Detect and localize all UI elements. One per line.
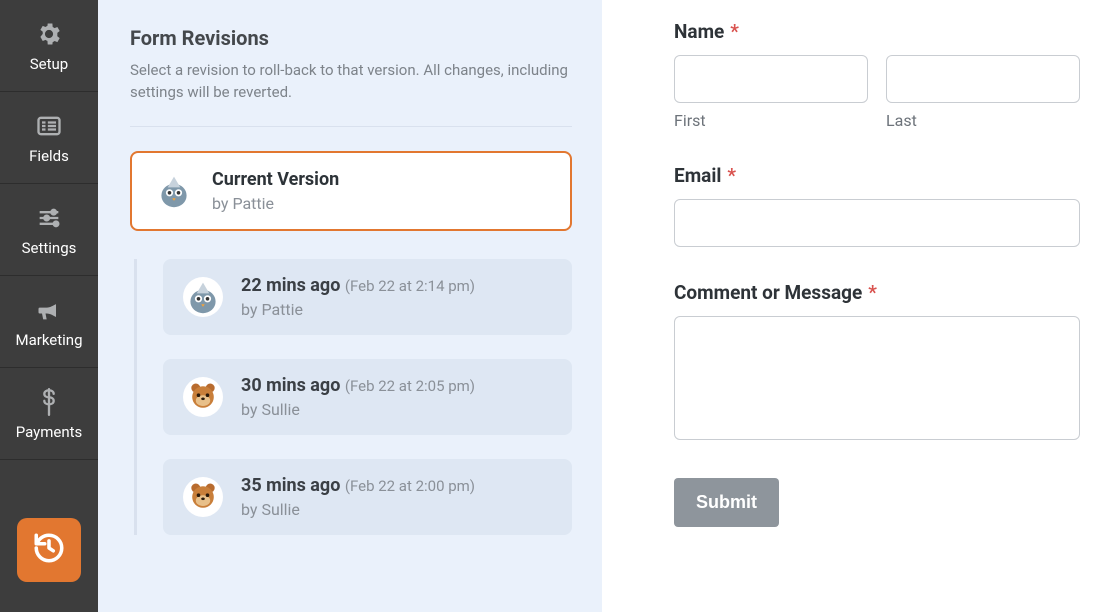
- sliders-icon: [34, 203, 64, 233]
- sidebar-label: Marketing: [15, 331, 82, 349]
- dollar-icon: [34, 387, 64, 417]
- avatar-pigeon: [183, 277, 223, 317]
- divider: [130, 126, 572, 127]
- revision-item[interactable]: 35 mins ago (Feb 22 at 2:00 pm) by Sulli…: [163, 459, 572, 535]
- revision-time-ago: 22 mins ago: [241, 275, 340, 296]
- builder-sidebar: Setup Fields Settings Marketing Payments: [0, 0, 98, 612]
- revisions-panel: Form Revisions Select a revision to roll…: [98, 0, 602, 612]
- revision-timestamp: (Feb 22 at 2:05 pm): [345, 377, 475, 395]
- required-mark: *: [868, 281, 877, 304]
- name-label: Name*: [674, 20, 1080, 43]
- required-mark: *: [730, 20, 739, 43]
- comment-label: Comment or Message*: [674, 281, 1080, 304]
- sidebar-label: Settings: [22, 239, 77, 257]
- revision-time-ago: 35 mins ago: [241, 475, 340, 496]
- email-input[interactable]: [674, 199, 1080, 247]
- revision-current-by: by Pattie: [212, 194, 339, 213]
- revision-by: by Sullie: [241, 400, 475, 419]
- revisions-title: Form Revisions: [130, 26, 572, 50]
- sidebar-label: Fields: [29, 147, 69, 165]
- last-name-sublabel: Last: [886, 111, 1080, 130]
- revision-timestamp: (Feb 22 at 2:00 pm): [345, 477, 475, 495]
- avatar-bear: [183, 377, 223, 417]
- sidebar-item-fields[interactable]: Fields: [0, 92, 98, 184]
- form-preview: Name* First Last Email* Comment or Messa…: [602, 0, 1116, 612]
- revision-current-title: Current Version: [212, 169, 339, 190]
- revision-time-ago: 30 mins ago: [241, 375, 340, 396]
- revision-by: by Pattie: [241, 300, 475, 319]
- first-name-input[interactable]: [674, 55, 868, 103]
- history-icon: [32, 531, 66, 569]
- avatar-bear: [183, 477, 223, 517]
- sidebar-item-payments[interactable]: Payments: [0, 368, 98, 460]
- sidebar-item-marketing[interactable]: Marketing: [0, 276, 98, 368]
- revision-item[interactable]: 22 mins ago (Feb 22 at 2:14 pm) by Patti…: [163, 259, 572, 335]
- gear-icon: [34, 19, 64, 49]
- revisions-history-button[interactable]: [17, 518, 81, 582]
- sidebar-item-settings[interactable]: Settings: [0, 184, 98, 276]
- required-mark: *: [727, 164, 736, 187]
- revision-timestamp: (Feb 22 at 2:14 pm): [345, 277, 475, 295]
- revision-by: by Sullie: [241, 500, 475, 519]
- email-label: Email*: [674, 164, 1080, 187]
- sidebar-label: Payments: [16, 423, 83, 441]
- revision-item[interactable]: 30 mins ago (Feb 22 at 2:05 pm) by Sulli…: [163, 359, 572, 435]
- revision-current[interactable]: Current Version by Pattie: [130, 151, 572, 231]
- sidebar-label: Setup: [30, 55, 68, 73]
- revisions-subtitle: Select a revision to roll-back to that v…: [130, 60, 572, 104]
- submit-button[interactable]: Submit: [674, 478, 779, 527]
- sidebar-item-setup[interactable]: Setup: [0, 0, 98, 92]
- revision-list: 22 mins ago (Feb 22 at 2:14 pm) by Patti…: [134, 259, 572, 535]
- list-icon: [34, 111, 64, 141]
- first-name-sublabel: First: [674, 111, 868, 130]
- comment-textarea[interactable]: [674, 316, 1080, 440]
- last-name-input[interactable]: [886, 55, 1080, 103]
- bullhorn-icon: [34, 295, 64, 325]
- avatar-pigeon: [154, 171, 194, 211]
